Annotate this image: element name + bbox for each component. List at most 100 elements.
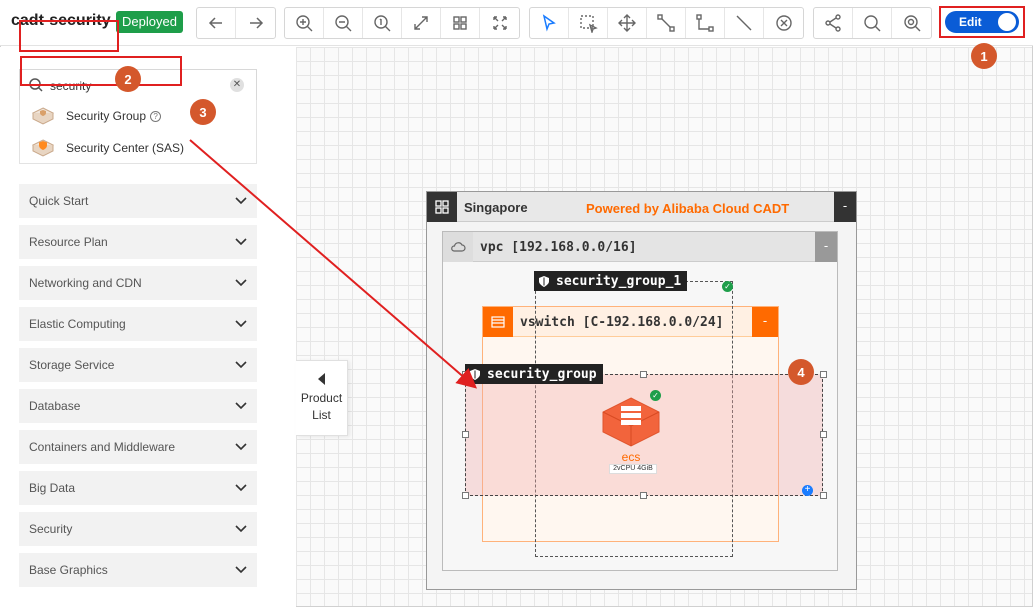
status-ok-icon: ✓ xyxy=(650,390,661,401)
chevron-down-icon xyxy=(235,238,247,246)
resize-handle[interactable] xyxy=(640,492,647,499)
security-center-product-icon xyxy=(31,139,55,157)
select-tool-button[interactable] xyxy=(530,8,569,38)
history-toolbar-group xyxy=(196,7,276,39)
search-node-button[interactable] xyxy=(892,8,931,38)
clear-search-icon[interactable]: ✕ xyxy=(230,78,244,92)
edit-toggle[interactable]: Edit xyxy=(945,11,1019,33)
search-results: Security Group ? Security Center (SAS) xyxy=(19,100,257,164)
category-elastic-computing[interactable]: Elastic Computing xyxy=(19,307,257,341)
resize-handle[interactable] xyxy=(462,492,469,499)
grid-button[interactable] xyxy=(441,8,480,38)
search-node-icon xyxy=(903,15,920,32)
category-label: Containers and Middleware xyxy=(29,440,176,454)
category-label: Resource Plan xyxy=(29,235,108,249)
callout-2: 2 xyxy=(115,66,141,92)
product-list-label-line1: Product xyxy=(300,391,343,405)
zoom-in-button[interactable] xyxy=(285,8,324,38)
chevron-down-icon xyxy=(235,279,247,287)
security-group-label[interactable]: security_group xyxy=(465,364,603,384)
redo-icon xyxy=(249,17,263,29)
line-tool-button[interactable] xyxy=(725,8,764,38)
vswitch-collapse-button[interactable]: - xyxy=(752,307,778,337)
add-connection-icon[interactable]: + xyxy=(802,485,813,496)
toggle-knob xyxy=(998,13,1016,31)
zoom-reset-button[interactable] xyxy=(363,8,402,38)
vpc-name: vpc [192.168.0.0/16] xyxy=(480,240,637,255)
marquee-icon xyxy=(580,15,598,33)
zoom-reset-icon xyxy=(374,15,391,32)
resize-handle[interactable] xyxy=(640,371,647,378)
category-base-graphics[interactable]: Base Graphics xyxy=(19,553,257,587)
ecs-node[interactable]: ecs 2vCPU 4GiB xyxy=(599,394,663,474)
move-tool-button[interactable] xyxy=(608,8,647,38)
fit-button[interactable] xyxy=(402,8,441,38)
category-quick-start[interactable]: Quick Start xyxy=(19,184,257,218)
category-storage-service[interactable]: Storage Service xyxy=(19,348,257,382)
shield-icon xyxy=(470,368,480,380)
share-button[interactable] xyxy=(814,8,853,38)
search-button[interactable] xyxy=(853,8,892,38)
security-group-1-label[interactable]: security_group_1 xyxy=(534,271,688,291)
result-highlight xyxy=(20,56,182,86)
resize-handle[interactable] xyxy=(820,492,827,499)
redo-button[interactable] xyxy=(236,8,275,38)
delete-icon xyxy=(775,15,792,31)
zoom-out-button[interactable] xyxy=(324,8,363,38)
region-name: Singapore xyxy=(464,200,528,215)
marquee-tool-button[interactable] xyxy=(569,8,608,38)
undo-icon xyxy=(208,17,222,29)
help-icon[interactable]: ? xyxy=(150,110,162,122)
category-label: Database xyxy=(29,399,81,413)
undo-button[interactable] xyxy=(197,8,236,38)
category-database[interactable]: Database xyxy=(19,389,257,423)
category-label: Security xyxy=(29,522,73,536)
tools-toolbar-group xyxy=(529,7,804,39)
resize-handle[interactable] xyxy=(820,431,827,438)
vpc-collapse-button[interactable]: - xyxy=(815,232,837,262)
elbow-tool-button[interactable] xyxy=(686,8,725,38)
chevron-down-icon xyxy=(235,197,247,205)
product-list-toggle[interactable]: Product List xyxy=(296,360,348,436)
connect-tool-button[interactable] xyxy=(647,8,686,38)
ecs-name: ecs xyxy=(621,450,641,464)
security-group-1-name: security_group_1 xyxy=(556,273,682,289)
vswitch-icon xyxy=(483,307,513,337)
powered-by-label: Powered by Alibaba Cloud CADT xyxy=(586,201,790,216)
vpc-header: vpc [192.168.0.0/16] - xyxy=(443,232,837,262)
category-label: Networking and CDN xyxy=(29,276,142,290)
fit-icon xyxy=(414,16,428,30)
callout-1: 1 xyxy=(971,43,997,69)
result-label: Security Center (SAS) xyxy=(66,141,185,155)
category-containers-middleware[interactable]: Containers and Middleware xyxy=(19,430,257,464)
resize-handle[interactable] xyxy=(462,371,469,378)
fullscreen-button[interactable] xyxy=(480,8,519,38)
view-toolbar-group xyxy=(284,7,520,39)
product-sidebar: security ✕ Security Group ? Security Cen… xyxy=(0,47,296,607)
cloud-icon xyxy=(443,232,473,262)
category-resource-plan[interactable]: Resource Plan xyxy=(19,225,257,259)
resize-handle[interactable] xyxy=(820,371,827,378)
category-label: Quick Start xyxy=(29,194,89,208)
chevron-down-icon xyxy=(235,361,247,369)
category-networking-cdn[interactable]: Networking and CDN xyxy=(19,266,257,300)
chevron-down-icon xyxy=(235,525,247,533)
share-icon xyxy=(825,14,841,32)
select-icon xyxy=(542,14,556,32)
category-label: Big Data xyxy=(29,481,76,495)
result-security-center[interactable]: Security Center (SAS) xyxy=(20,132,256,164)
toolbar: cadt-security Deployed Edit xyxy=(0,0,1033,46)
chevron-down-icon xyxy=(235,443,247,451)
chevron-down-icon xyxy=(235,566,247,574)
category-big-data[interactable]: Big Data xyxy=(19,471,257,505)
region-grid-icon xyxy=(427,192,457,222)
edit-label: Edit xyxy=(959,15,982,29)
category-security[interactable]: Security xyxy=(19,512,257,546)
result-security-group[interactable]: Security Group ? xyxy=(20,100,256,132)
elbow-icon xyxy=(696,14,714,32)
ecs-spec: 2vCPU 4GiB xyxy=(609,464,657,474)
region-collapse-button[interactable]: - xyxy=(834,192,856,222)
edit-highlight: Edit xyxy=(939,6,1025,38)
delete-button[interactable] xyxy=(764,8,803,38)
resize-handle[interactable] xyxy=(462,431,469,438)
